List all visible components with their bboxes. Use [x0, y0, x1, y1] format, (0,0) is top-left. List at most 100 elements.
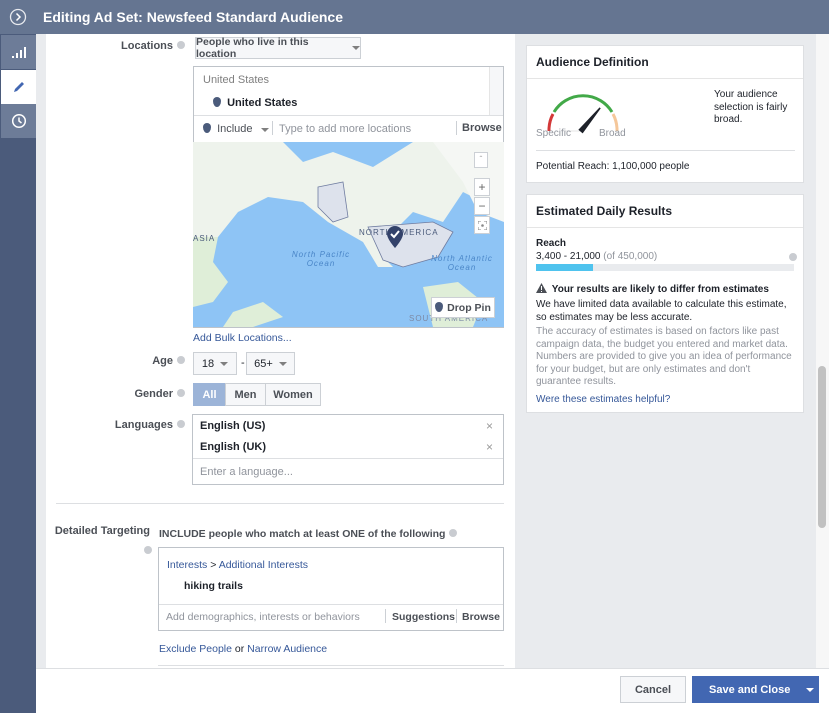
ad-set-editor: Editing Ad Set: Newsfeed Standard Audien…	[0, 0, 829, 713]
location-group-label: United States	[203, 74, 270, 86]
reach-bar	[536, 264, 794, 271]
audience-description: Your audience selection is fairly broad.	[714, 89, 788, 125]
map-recenter-button[interactable]	[474, 216, 490, 234]
divider	[159, 604, 503, 605]
age-label: Age	[90, 355, 185, 367]
divider	[456, 121, 457, 135]
gender-men-button[interactable]: Men	[225, 383, 266, 406]
map-label: ASIA	[193, 234, 216, 243]
exclude-narrow-links: Exclude People or Narrow Audience	[159, 643, 328, 655]
map-zoom-out-button[interactable]: −	[474, 197, 490, 215]
language-input[interactable]: Enter a language...	[200, 466, 293, 478]
estimates-note: The accuracy of estimates is based on fa…	[536, 326, 792, 387]
info-icon[interactable]	[177, 420, 185, 429]
age-min-select[interactable]: 18	[193, 352, 237, 375]
include-select[interactable]: Include	[203, 123, 269, 135]
remove-language-icon[interactable]: ×	[486, 419, 493, 433]
add-bulk-locations-link[interactable]: Add Bulk Locations...	[193, 332, 292, 344]
narrow-audience-link[interactable]: Narrow Audience	[247, 643, 327, 655]
clock-icon	[11, 113, 26, 129]
audience-definition-title: Audience Definition	[527, 46, 803, 79]
location-search-input[interactable]: Type to add more locations	[279, 123, 411, 135]
divider	[385, 609, 386, 623]
estimated-results-card: Estimated Daily Results Reach 3,400 - 21…	[526, 194, 804, 413]
targeting-input[interactable]: Add demographics, interests or behaviors	[166, 611, 360, 623]
detailed-targeting-label: Detailed Targeting	[54, 525, 150, 537]
interest-tag[interactable]: hiking trails	[184, 580, 243, 592]
info-icon[interactable]	[144, 546, 152, 554]
map-zoom-in-button[interactable]: +	[474, 178, 490, 196]
pencil-icon	[13, 82, 24, 92]
gender-label: Gender	[90, 388, 185, 400]
languages-label: Languages	[90, 419, 185, 431]
suggestions-button[interactable]: Suggestions	[392, 611, 455, 623]
reach-label: Reach	[536, 238, 567, 249]
location-browse-button[interactable]: Browse	[462, 122, 502, 134]
save-options-caret-icon[interactable]	[806, 687, 814, 692]
map-collapse-button[interactable]: ˆ	[474, 152, 488, 168]
warning-text: We have limited data available to calcul…	[536, 299, 787, 323]
drop-pin-button[interactable]: Drop Pin	[431, 297, 495, 318]
info-icon[interactable]	[789, 253, 797, 261]
exclude-people-link[interactable]: Exclude People	[159, 643, 232, 655]
info-icon[interactable]	[177, 41, 185, 50]
info-icon[interactable]	[449, 529, 458, 538]
chevron-right-circle-icon	[9, 8, 27, 26]
language-tag: English (UK)	[200, 441, 266, 453]
scrollbar-thumb[interactable]	[818, 366, 826, 528]
warning-icon	[536, 283, 547, 294]
locations-label: Locations	[90, 40, 185, 52]
page-title: Editing Ad Set: Newsfeed Standard Audien…	[36, 0, 829, 34]
warning-heading: Your results are likely to differ from e…	[536, 283, 769, 295]
targeting-browse-button[interactable]: Browse	[462, 611, 500, 623]
language-tag: English (US)	[200, 420, 266, 432]
info-icon[interactable]	[177, 389, 185, 398]
gauge-broad-label: Broad	[599, 128, 626, 139]
targeting-heading: INCLUDE people who match at least ONE of…	[159, 528, 458, 540]
reach-value: 3,400 - 21,000 (of 450,000)	[536, 251, 658, 262]
gauge-ideal-segment	[552, 94, 614, 113]
gender-women-button[interactable]: Women	[265, 383, 321, 406]
history-tab[interactable]	[1, 104, 36, 138]
section-divider	[158, 665, 504, 666]
location-type-select[interactable]: People who live in this location	[195, 36, 361, 60]
scrollbar-track[interactable]	[816, 34, 829, 668]
divider	[194, 115, 503, 116]
location-pin-icon	[203, 123, 211, 134]
recenter-icon	[477, 220, 487, 230]
potential-reach: Potential Reach: 1,100,000 people	[536, 161, 690, 172]
caret-down-icon	[260, 128, 269, 132]
age-max-select[interactable]: 65+	[246, 352, 295, 375]
interests-link[interactable]: Interests	[167, 559, 207, 571]
map-label: North Atlantic Ocean	[431, 254, 493, 272]
save-and-close-button[interactable]: Save and Close	[692, 676, 819, 703]
gauge-specific-label: Specific	[536, 128, 572, 139]
reach-bar-fill	[536, 264, 593, 271]
divider	[456, 609, 457, 623]
location-list-scrollbar[interactable]	[489, 67, 503, 115]
bar-chart-icon	[11, 47, 26, 58]
divider	[193, 458, 503, 459]
remove-language-icon[interactable]: ×	[486, 440, 493, 454]
edit-tab[interactable]	[1, 70, 36, 104]
gender-all-button[interactable]: All	[193, 383, 226, 406]
location-pin-icon	[213, 97, 221, 108]
targeting-path: Interests > Additional Interests	[167, 559, 308, 571]
location-pin-icon	[435, 301, 444, 312]
location-map[interactable]: ASIA NORTH AMERICA North Pacific Ocean N…	[193, 142, 504, 327]
expand-button[interactable]	[0, 0, 36, 34]
caret-down-icon	[352, 46, 360, 50]
map-label: North Pacific Ocean	[291, 250, 351, 268]
caret-down-icon	[220, 361, 229, 366]
age-separator: -	[241, 357, 245, 369]
cancel-button[interactable]: Cancel	[620, 676, 686, 703]
insights-tab[interactable]	[1, 35, 36, 69]
caret-down-icon	[278, 361, 287, 366]
selected-location: United States	[213, 97, 297, 109]
gauge-needle	[578, 107, 601, 134]
summary-pane: Audience Definition Specific Broad Your …	[515, 34, 816, 668]
estimates-helpful-link[interactable]: Were these estimates helpful?	[536, 394, 670, 405]
info-icon[interactable]	[177, 356, 185, 365]
estimated-results-title: Estimated Daily Results	[527, 195, 803, 228]
additional-interests-link[interactable]: Additional Interests	[219, 559, 308, 571]
